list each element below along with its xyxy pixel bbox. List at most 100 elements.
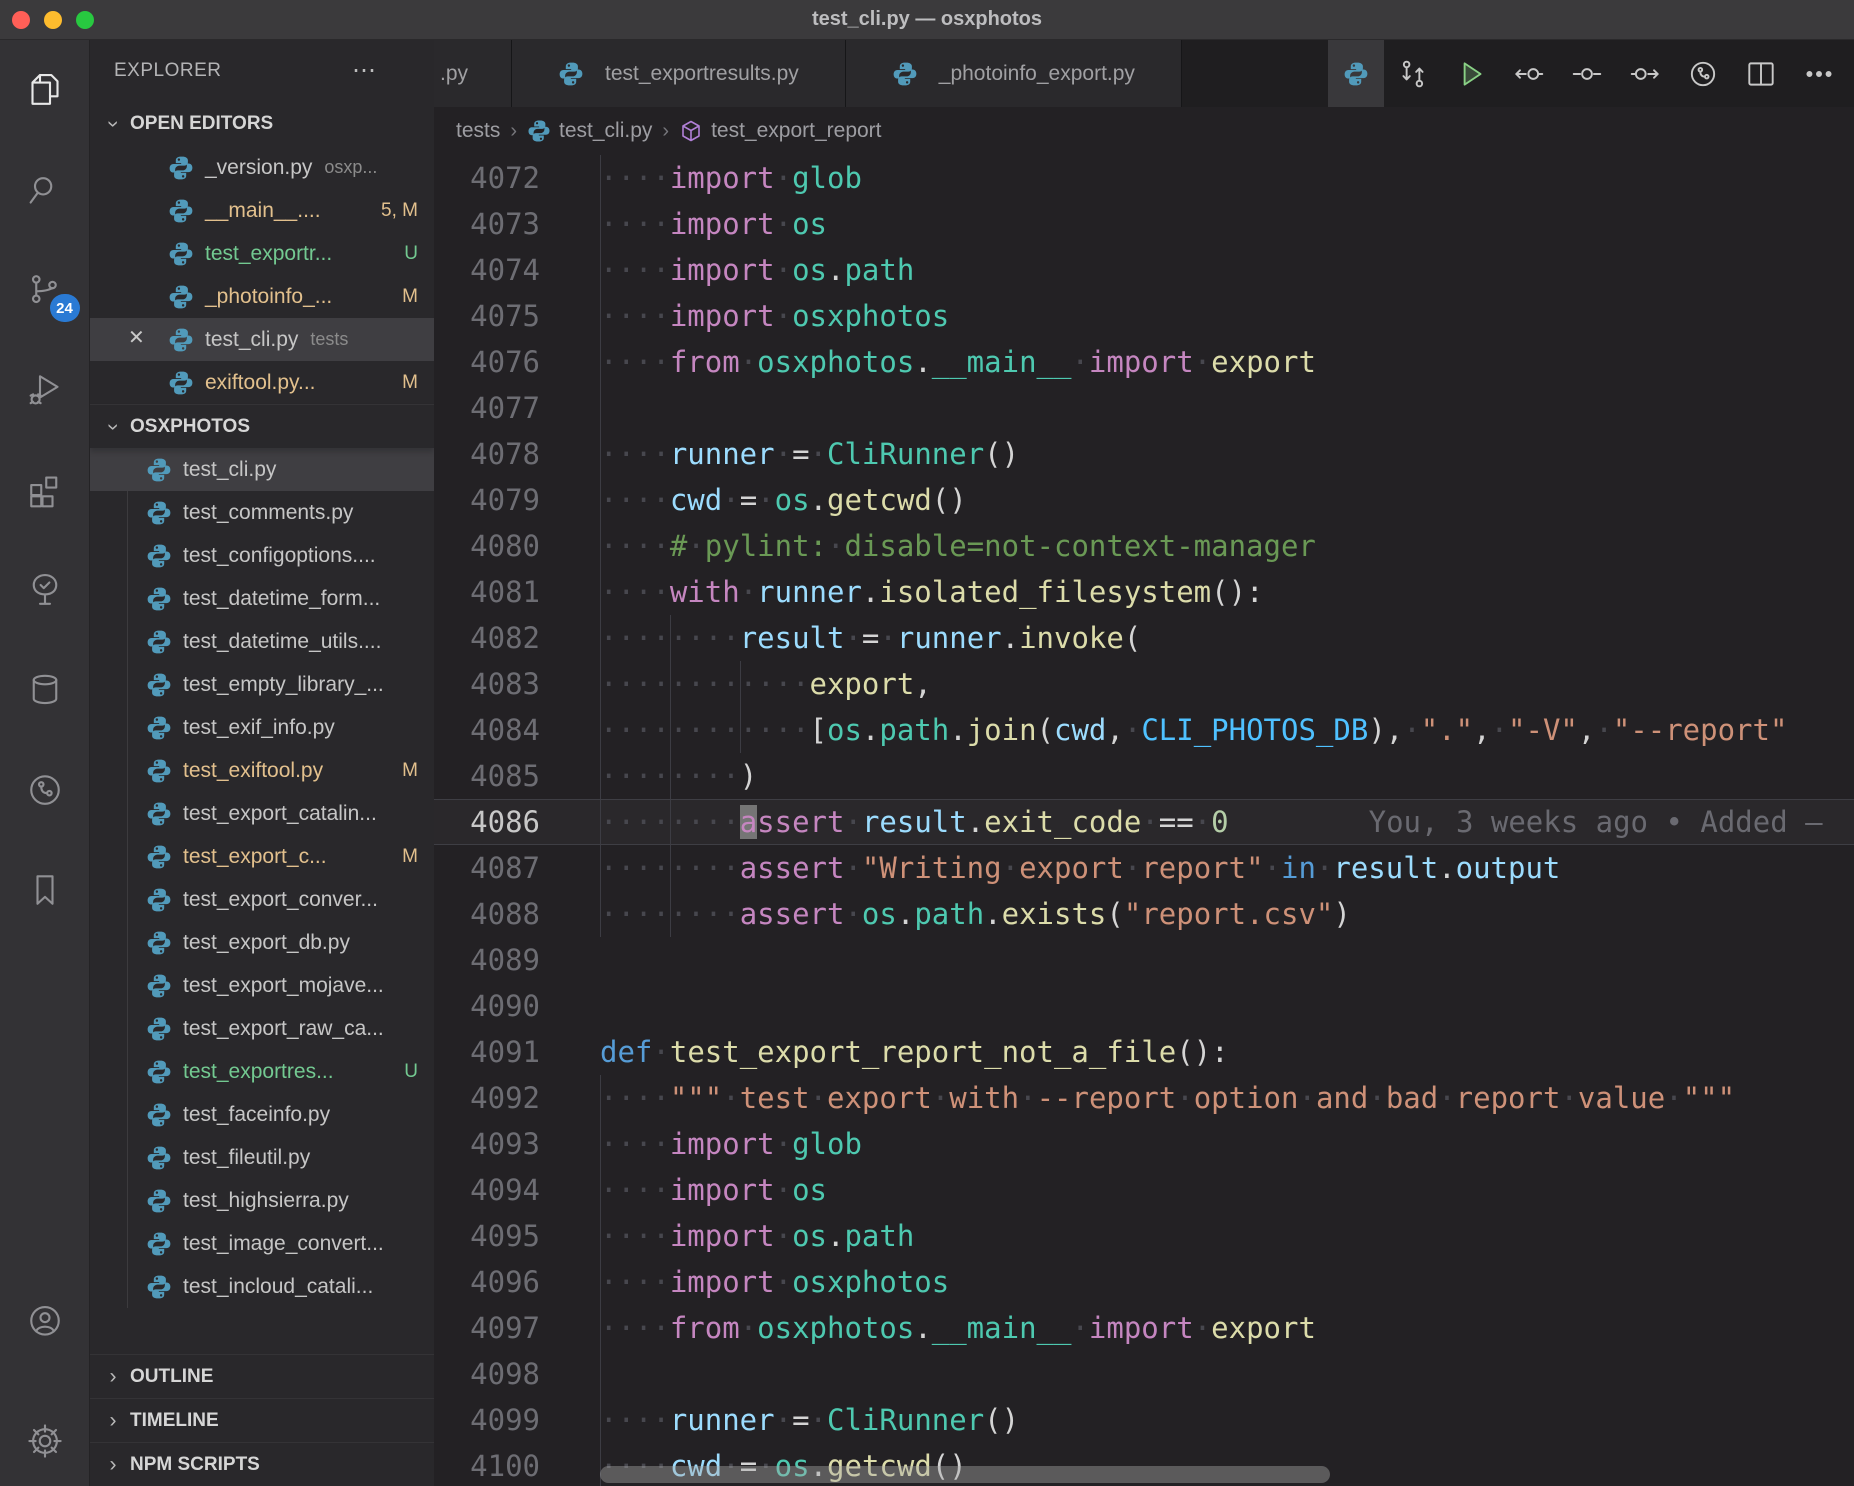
whitespace-dot: · [1298, 1081, 1315, 1115]
token: output [1456, 851, 1561, 885]
file-tree-item[interactable]: test_export_db.py [90, 921, 434, 964]
sidebar-section-npm-scripts[interactable]: ›NPM SCRIPTS [90, 1442, 434, 1486]
breadcrumb-item[interactable]: tests [456, 119, 500, 143]
current-change-icon[interactable] [1568, 55, 1606, 93]
activity-bookmarks[interactable] [0, 840, 90, 940]
file-tree-item[interactable]: test_export_catalin... [90, 792, 434, 835]
code-line[interactable]: 4091def·test_export_report_not_a_file(): [434, 1029, 1854, 1075]
code-line[interactable]: 4085········) [434, 753, 1854, 799]
code-line[interactable]: 4074····import·os.path [434, 247, 1854, 293]
breadcrumb-item[interactable]: test_export_report [679, 119, 881, 143]
code-line[interactable]: 4075····import·osxphotos [434, 293, 1854, 339]
sidebar-section-outline[interactable]: ›OUTLINE [90, 1354, 434, 1398]
file-tree-item[interactable]: test_export_conver... [90, 878, 434, 921]
open-editor-item[interactable]: exiftool.py...M [90, 361, 434, 404]
editor-tab[interactable]: test_exportresults.py [512, 40, 846, 107]
git-graph-icon[interactable] [1684, 55, 1722, 93]
more-actions-icon[interactable] [1800, 55, 1838, 93]
code-line[interactable]: 4094····import·os [434, 1167, 1854, 1213]
file-tree-item[interactable]: test_empty_library_... [90, 663, 434, 706]
activity-run-debug[interactable] [0, 340, 90, 440]
code-line[interactable]: 4076····from·osxphotos.__main__·import·e… [434, 339, 1854, 385]
file-tree-item[interactable]: test_exiftool.pyM [90, 749, 434, 792]
code-line[interactable]: 4095····import·os.path [434, 1213, 1854, 1259]
code-line-content: ····from·osxphotos.__main__·import·expor… [600, 1305, 1854, 1351]
file-tree-item[interactable]: test_image_convert... [90, 1222, 434, 1265]
code-line[interactable]: 4090 [434, 983, 1854, 1029]
indent-guide [600, 569, 601, 615]
file-tree-item[interactable]: test_exif_info.py [90, 706, 434, 749]
tab-partial[interactable]: .py [434, 40, 512, 107]
file-tree-item[interactable]: test_configoptions.... [90, 534, 434, 577]
code-line[interactable]: 4097····from·osxphotos.__main__·import·e… [434, 1305, 1854, 1351]
code-line[interactable]: 4098 [434, 1351, 1854, 1397]
file-tree-item[interactable]: test_cli.py [90, 448, 434, 491]
close-window-button[interactable] [12, 11, 30, 29]
code-line[interactable]: 4093····import·glob [434, 1121, 1854, 1167]
activity-test-tree[interactable] [0, 540, 90, 640]
open-editor-item[interactable]: __main__....5, M [90, 189, 434, 232]
file-tree-item[interactable]: test_export_raw_ca... [90, 1007, 434, 1050]
run-python-file-icon[interactable] [1452, 55, 1490, 93]
file-tree-item[interactable]: test_export_c...M [90, 835, 434, 878]
code-line[interactable]: 4073····import·os [434, 201, 1854, 247]
editor-tab[interactable]: _photoinfo_export.py [846, 40, 1182, 107]
split-editor-icon[interactable] [1742, 55, 1780, 93]
code-line[interactable]: 4080····#·pylint:·disable=not-context-ma… [434, 523, 1854, 569]
code-line[interactable]: 4082········result·=·runner.invoke( [434, 615, 1854, 661]
activity-settings[interactable] [0, 1396, 90, 1486]
project-section-header[interactable]: › OSXPHOTOS [90, 404, 434, 448]
open-editor-item[interactable]: _version.pyosxp... [90, 146, 434, 189]
activity-search[interactable] [0, 140, 90, 240]
code-line[interactable]: 4078····runner·=·CliRunner() [434, 431, 1854, 477]
open-editor-item[interactable]: _photoinfo_...M [90, 275, 434, 318]
step-back-icon[interactable] [1510, 55, 1548, 93]
file-tree-item[interactable]: test_highsierra.py [90, 1179, 434, 1222]
python-file-icon [168, 241, 194, 267]
code-line[interactable]: 4087········assert·"Writing·export·repor… [434, 845, 1854, 891]
file-tree-item[interactable]: test_incloud_catali... [90, 1265, 434, 1308]
code-line[interactable]: 4072····import·glob [434, 155, 1854, 201]
sidebar-section-timeline[interactable]: ›TIMELINE [90, 1398, 434, 1442]
code-line[interactable]: 4079····cwd·=·os.getcwd() [434, 477, 1854, 523]
code-line[interactable]: 4077 [434, 385, 1854, 431]
token: join [967, 713, 1037, 747]
horizontal-scrollbar[interactable] [600, 1466, 1330, 1483]
file-tree-item[interactable]: test_datetime_form... [90, 577, 434, 620]
activity-source-control[interactable]: 24 [0, 240, 90, 340]
open-changes-icon[interactable] [1394, 55, 1432, 93]
tab-python-icon[interactable] [1328, 40, 1384, 107]
breadcrumb-item[interactable]: test_cli.py [527, 119, 652, 143]
code-line[interactable]: 4099····runner·=·CliRunner() [434, 1397, 1854, 1443]
code-line[interactable]: 4083············export, [434, 661, 1854, 707]
activity-extensions[interactable] [0, 440, 90, 540]
close-icon[interactable]: ✕ [128, 325, 145, 350]
activity-git-graph[interactable] [0, 740, 90, 840]
explorer-more-actions-icon[interactable]: ⋯ [352, 66, 376, 76]
code-line[interactable]: 4096····import·osxphotos [434, 1259, 1854, 1305]
code-line[interactable]: 4081····with·runner.isolated_filesystem(… [434, 569, 1854, 615]
file-name: test_highsierra.py [183, 1189, 349, 1213]
code-line[interactable]: 4089 [434, 937, 1854, 983]
open-editor-item[interactable]: test_exportr...U [90, 232, 434, 275]
minimize-window-button[interactable] [44, 11, 62, 29]
file-tree-item[interactable]: test_comments.py [90, 491, 434, 534]
file-tree-item[interactable]: test_export_mojave... [90, 964, 434, 1007]
file-tree-item[interactable]: test_faceinfo.py [90, 1093, 434, 1136]
activity-account[interactable] [0, 1272, 90, 1372]
indent-guide [600, 477, 601, 523]
file-tree-item[interactable]: test_fileutil.py [90, 1136, 434, 1179]
activity-explorer[interactable] [0, 40, 90, 140]
open-editors-section-header[interactable]: › OPEN EDITORS [90, 102, 434, 146]
code-line[interactable]: 4092····"""·test·export·with·--report·op… [434, 1075, 1854, 1121]
activity-database[interactable] [0, 640, 90, 740]
file-tree-item[interactable]: test_datetime_utils.... [90, 620, 434, 663]
code-area[interactable]: 4072····import·glob4073····import·os4074… [434, 155, 1854, 1486]
code-line[interactable]: 4086········assert·result.exit_code·==·0… [434, 799, 1854, 845]
file-tree-item[interactable]: test_exportres...U [90, 1050, 434, 1093]
code-line[interactable]: 4088········assert·os.path.exists("repor… [434, 891, 1854, 937]
code-line[interactable]: 4084············[os.path.join(cwd,·CLI_P… [434, 707, 1854, 753]
open-editor-item[interactable]: ✕test_cli.pytests [90, 318, 434, 361]
maximize-window-button[interactable] [76, 11, 94, 29]
step-forward-icon[interactable] [1626, 55, 1664, 93]
